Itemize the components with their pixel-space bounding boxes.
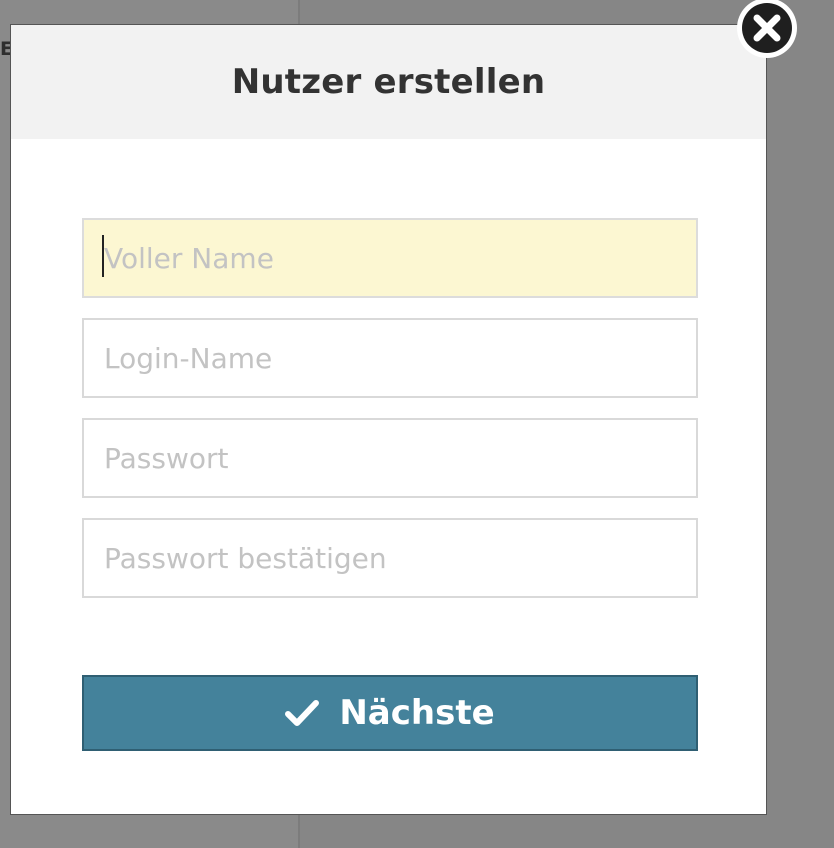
close-icon xyxy=(737,0,797,58)
dialog-header: Nutzer erstellen xyxy=(11,25,766,139)
check-icon xyxy=(285,700,320,726)
full-name-input[interactable] xyxy=(82,218,698,298)
password-confirm-input[interactable] xyxy=(82,518,698,598)
next-button[interactable]: Nächste xyxy=(82,675,698,751)
dialog-title: Nutzer erstellen xyxy=(231,62,546,102)
next-button-label: Nächste xyxy=(339,693,495,733)
password-input[interactable] xyxy=(82,418,698,498)
create-user-dialog: Nutzer erstellen Nächste xyxy=(10,24,767,815)
text-cursor xyxy=(102,235,104,277)
close-dialog-button[interactable] xyxy=(734,0,800,60)
login-name-input[interactable] xyxy=(82,318,698,398)
